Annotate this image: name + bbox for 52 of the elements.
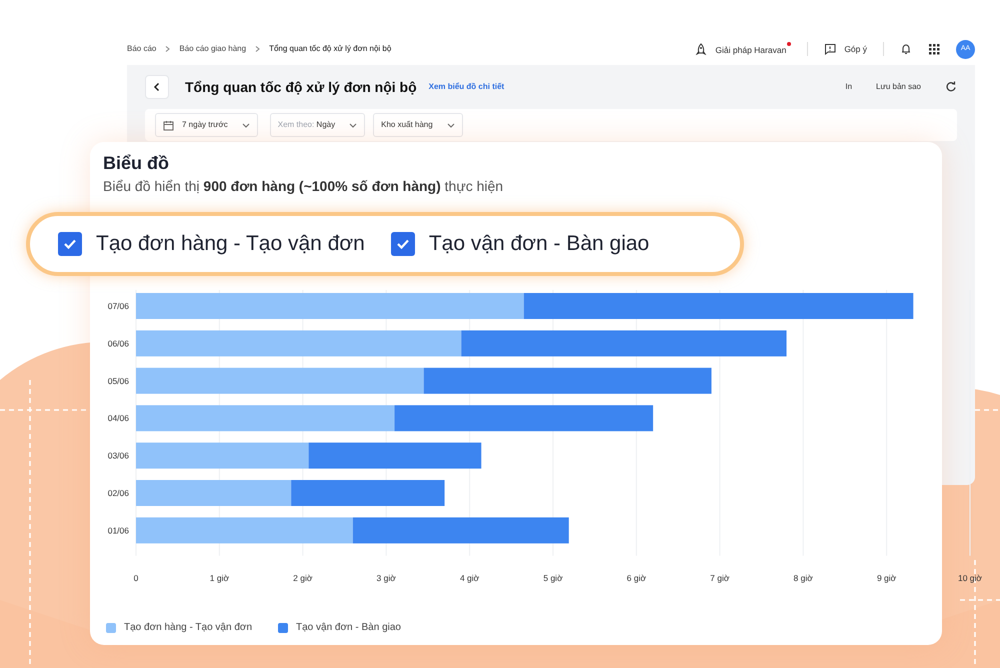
feedback-icon xyxy=(824,43,836,55)
toolbar-button[interactable]: Lưu bản sao xyxy=(876,81,921,93)
filter-dropdown[interactable]: 7 ngày trước xyxy=(155,113,258,137)
refresh-icon[interactable] xyxy=(945,81,957,93)
report-title: Tổng quan tốc độ xử lý đơn nội bộ xyxy=(185,78,417,97)
breadcrumb-item[interactable]: Báo cáo giao hàng xyxy=(179,43,246,55)
breadcrumb-item[interactable]: Báo cáo xyxy=(127,43,156,55)
axis-tick-label: 2 giờ xyxy=(293,573,312,583)
filter-dropdown[interactable]: Kho xuất hàng xyxy=(373,113,463,137)
caret-icon xyxy=(242,122,250,128)
series-checkbox[interactable]: Tạo vận đơn - Bàn giao xyxy=(390,228,650,260)
legend-swatch xyxy=(106,622,116,632)
axis-tick-label: 4 giờ xyxy=(460,573,480,583)
detail-link[interactable]: Xem biểu đồ chi tiết xyxy=(428,81,504,93)
back-button[interactable] xyxy=(145,75,169,99)
header-link[interactable]: Giải pháp Haravan xyxy=(715,42,792,56)
chevron-left-icon xyxy=(152,82,162,92)
caret-icon xyxy=(349,122,358,128)
calendar-icon xyxy=(163,120,174,130)
header-link[interactable]: Góp ý xyxy=(844,42,867,56)
axis-tick-label: 0 xyxy=(134,573,138,583)
axis-tick-label: 3 giờ xyxy=(376,573,396,583)
axis-category-label: 07/06 xyxy=(108,301,129,311)
axis-category-label: 03/06 xyxy=(108,450,129,461)
notification-dot xyxy=(787,42,792,46)
breadcrumb-item: Tổng quan tốc độ xử lý đơn nội bộ xyxy=(269,43,392,55)
chart-title: Biểu đồ xyxy=(103,152,169,175)
axis-category-label: 01/06 xyxy=(108,525,129,536)
legend-label: Tạo đơn hàng - Tạo vận đơn xyxy=(124,621,252,635)
chevron-icon xyxy=(164,45,172,53)
series-checkbox[interactable]: Tạo đơn hàng - Tạo vận đơn xyxy=(58,228,365,260)
axis-category-label: 04/06 xyxy=(108,413,129,424)
chart-subtitle: Biểu đồ hiển thị 900 đơn hàng (~100% số đơn hàng) thực hiện xyxy=(103,177,504,196)
axis-category-label: 02/06 xyxy=(108,488,129,498)
apps-grid-icon[interactable] xyxy=(928,43,940,55)
legend-label: Tạo vận đơn - Bàn giao xyxy=(296,621,401,635)
axis-tick-label: 10 giờ xyxy=(958,573,982,583)
axis-category-label: 06/06 xyxy=(108,338,129,348)
legend-swatch xyxy=(278,622,288,632)
notification-bell-icon[interactable] xyxy=(900,43,912,55)
axis-tick-label: 9 giờ xyxy=(876,573,896,583)
chevron-icon xyxy=(254,45,262,53)
axis-tick-label: 8 giờ xyxy=(794,573,813,583)
filter-dropdown[interactable]: Xem theo: Ngày xyxy=(270,113,366,137)
axis-category-label: 05/06 xyxy=(108,376,129,386)
axis-tick-label: 6 giờ xyxy=(626,573,646,583)
rocket-icon xyxy=(695,43,708,55)
axis-tick-label: 5 giờ xyxy=(543,573,563,583)
axis-tick-label: 7 giờ xyxy=(710,573,730,583)
axis-tick-label: 1 giờ xyxy=(210,573,230,583)
caret-icon xyxy=(446,122,455,128)
toolbar-button[interactable]: In xyxy=(845,81,852,93)
